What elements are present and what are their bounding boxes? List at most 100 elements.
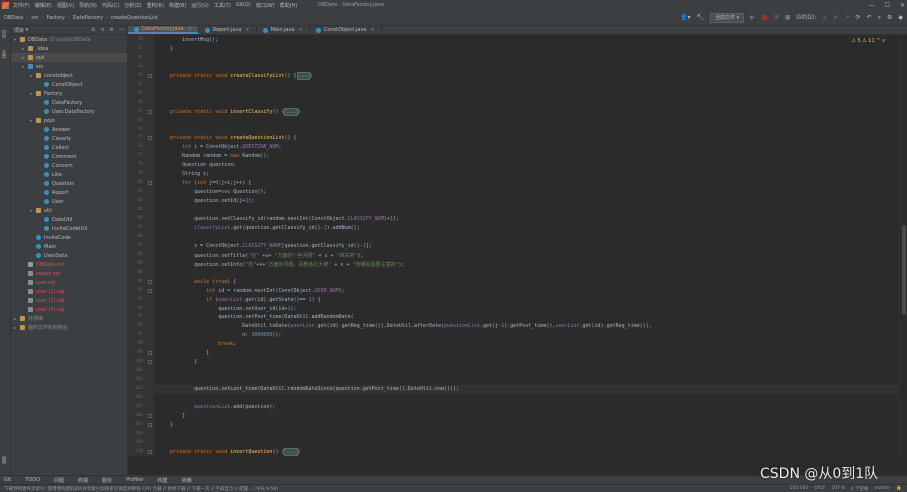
- fold-marker-icon[interactable]: [148, 73, 152, 78]
- locate-icon[interactable]: ⊕: [91, 27, 95, 33]
- search-icon[interactable]: ⌕: [878, 14, 881, 22]
- tree-item[interactable]: ▾ util: [11, 206, 127, 215]
- tool-window-button[interactable]: 问题: [54, 477, 64, 484]
- tree-item[interactable]: user (1).sql: [11, 287, 127, 296]
- tree-item[interactable]: ▾ DBData D:\code\DBData: [11, 35, 127, 44]
- collapse-icon[interactable]: ≡: [100, 27, 104, 33]
- caret-position[interactable]: 103:103: [790, 486, 809, 492]
- close-icon[interactable]: ✕: [900, 2, 905, 9]
- fold-marker-icon[interactable]: [148, 279, 152, 284]
- breadcrumb-item[interactable]: DataFactory: [73, 15, 103, 21]
- fold-marker-icon[interactable]: [148, 413, 152, 418]
- fold-marker-icon[interactable]: [148, 181, 152, 186]
- editor-scrollbar[interactable]: [899, 35, 907, 456]
- menu-item[interactable]: 代码(C): [102, 2, 119, 9]
- fold-marker-icon[interactable]: [148, 109, 152, 114]
- indent-setting[interactable]: 4 个空格: [851, 486, 869, 492]
- code-editor[interactable]: insertMsg(); } private static void creat…: [154, 35, 899, 456]
- git-branch[interactable]: master: [875, 486, 891, 492]
- user-icon[interactable]: 👤▾: [680, 14, 690, 21]
- tree-item[interactable]: Question: [11, 179, 127, 188]
- line-separator[interactable]: CRLF: [814, 486, 825, 492]
- close-icon[interactable]: ×: [299, 27, 303, 33]
- hammer-icon[interactable]: 🔨: [697, 14, 704, 21]
- tree-item[interactable]: user.sql: [11, 278, 127, 287]
- ide-logo-icon[interactable]: ◆: [898, 14, 903, 21]
- tree-item[interactable]: report.sql: [11, 269, 127, 278]
- breadcrumb-item[interactable]: createQuestionList: [111, 15, 158, 21]
- tree-item[interactable]: ▾ constobject: [11, 71, 127, 80]
- git-push-icon[interactable]: ↗: [845, 14, 850, 21]
- tool-window-button[interactable]: Profiler: [126, 477, 144, 483]
- git-commit-icon[interactable]: ✔: [833, 14, 838, 21]
- file-encoding[interactable]: UTF-8: [832, 486, 845, 492]
- tree-item[interactable]: Like: [11, 170, 127, 179]
- tree-item[interactable]: user (3).sql: [11, 305, 127, 314]
- menu-item[interactable]: 重构(R): [147, 2, 164, 9]
- tree-item[interactable]: ▸ .idea: [11, 44, 127, 53]
- tree-item[interactable]: ConstObject: [11, 80, 127, 89]
- editor-tab[interactable]: Report.java ×: [199, 26, 257, 34]
- breadcrumb-item[interactable]: src: [31, 15, 38, 21]
- tool-window-button[interactable]: Git: [4, 477, 11, 483]
- fold-marker-icon[interactable]: [148, 449, 152, 454]
- hide-icon[interactable]: —: [119, 27, 124, 33]
- tree-item[interactable]: Collect: [11, 143, 127, 152]
- tree-item[interactable]: User.DataFactory: [11, 107, 127, 116]
- fold-marker-icon[interactable]: [148, 422, 152, 427]
- menu-item[interactable]: 文件(F): [13, 2, 30, 9]
- tree-item[interactable]: DBData.iml: [11, 260, 127, 269]
- menu-item[interactable]: Git(G): [236, 2, 251, 8]
- fold-marker-icon[interactable]: [148, 360, 152, 365]
- fold-marker-icon[interactable]: [148, 288, 152, 293]
- tree-item[interactable]: user (2).sql: [11, 296, 127, 305]
- tree-item[interactable]: UserData: [11, 251, 127, 260]
- inspection-widget[interactable]: ⚠ 5 ⚠ 11 ^ v: [851, 38, 885, 44]
- tree-item[interactable]: Main: [11, 242, 127, 251]
- menu-item[interactable]: 窗口(W): [256, 2, 275, 9]
- run-config-select[interactable]: 当前文件 ▾: [710, 12, 745, 23]
- fold-marker-icon[interactable]: [148, 351, 152, 356]
- tree-item[interactable]: DateUtil: [11, 215, 127, 224]
- scrollbar-thumb[interactable]: [902, 225, 906, 315]
- menu-item[interactable]: 构建(B): [169, 2, 186, 9]
- structure-tool-tab[interactable]: 结构: [1, 456, 7, 464]
- maximize-icon[interactable]: ☐: [885, 2, 890, 9]
- tree-item[interactable]: ▾ src: [11, 62, 127, 71]
- tree-item[interactable]: Report: [11, 188, 127, 197]
- menu-item[interactable]: 运行(U): [191, 2, 209, 9]
- tree-item[interactable]: InviteCode: [11, 233, 127, 242]
- project-tool-tab[interactable]: 项目: [1, 30, 7, 38]
- coverage-icon[interactable]: ⛨: [774, 14, 779, 22]
- tree-item[interactable]: User: [11, 197, 127, 206]
- tool-window-button[interactable]: TODO: [25, 477, 40, 483]
- breadcrumb-item[interactable]: DBData: [4, 15, 23, 21]
- menu-item[interactable]: 导航(N): [79, 2, 97, 9]
- run-icon[interactable]: ▶: [750, 14, 755, 21]
- tree-item[interactable]: ▸ out: [11, 53, 127, 62]
- tree-item[interactable]: ▸ 临时文件和控制台: [11, 323, 127, 332]
- breadcrumb-item[interactable]: Factory: [47, 15, 65, 21]
- tool-window-button[interactable]: 依赖: [182, 477, 192, 484]
- stop-icon[interactable]: ■: [785, 14, 791, 21]
- tree-item[interactable]: Concern: [11, 161, 127, 170]
- settings-icon[interactable]: ⚙: [887, 14, 892, 21]
- close-icon[interactable]: ×: [245, 27, 249, 33]
- git-update-icon[interactable]: ↙: [822, 14, 827, 21]
- rollback-icon[interactable]: ↶: [867, 14, 872, 21]
- fold-marker-icon[interactable]: [148, 136, 152, 141]
- tree-item[interactable]: ▾ Factory: [11, 89, 127, 98]
- close-icon[interactable]: ×: [188, 26, 192, 32]
- tree-item[interactable]: InviteCodeUtil: [11, 224, 127, 233]
- editor-tab[interactable]: Main.java ×: [257, 26, 310, 34]
- tree-item[interactable]: DataFactory: [11, 98, 127, 107]
- tree-item[interactable]: Comment: [11, 152, 127, 161]
- gear-icon[interactable]: ⚙: [110, 27, 114, 33]
- minimize-icon[interactable]: —: [869, 2, 875, 9]
- menu-item[interactable]: 工具(T): [214, 2, 231, 9]
- menu-item[interactable]: 分析(Z): [124, 2, 141, 9]
- history-icon[interactable]: ⟳: [856, 14, 861, 21]
- menu-item[interactable]: 视图(V): [57, 2, 74, 9]
- menu-item[interactable]: 帮助(H): [280, 2, 298, 9]
- tree-item[interactable]: ▸ 外部库: [11, 314, 127, 323]
